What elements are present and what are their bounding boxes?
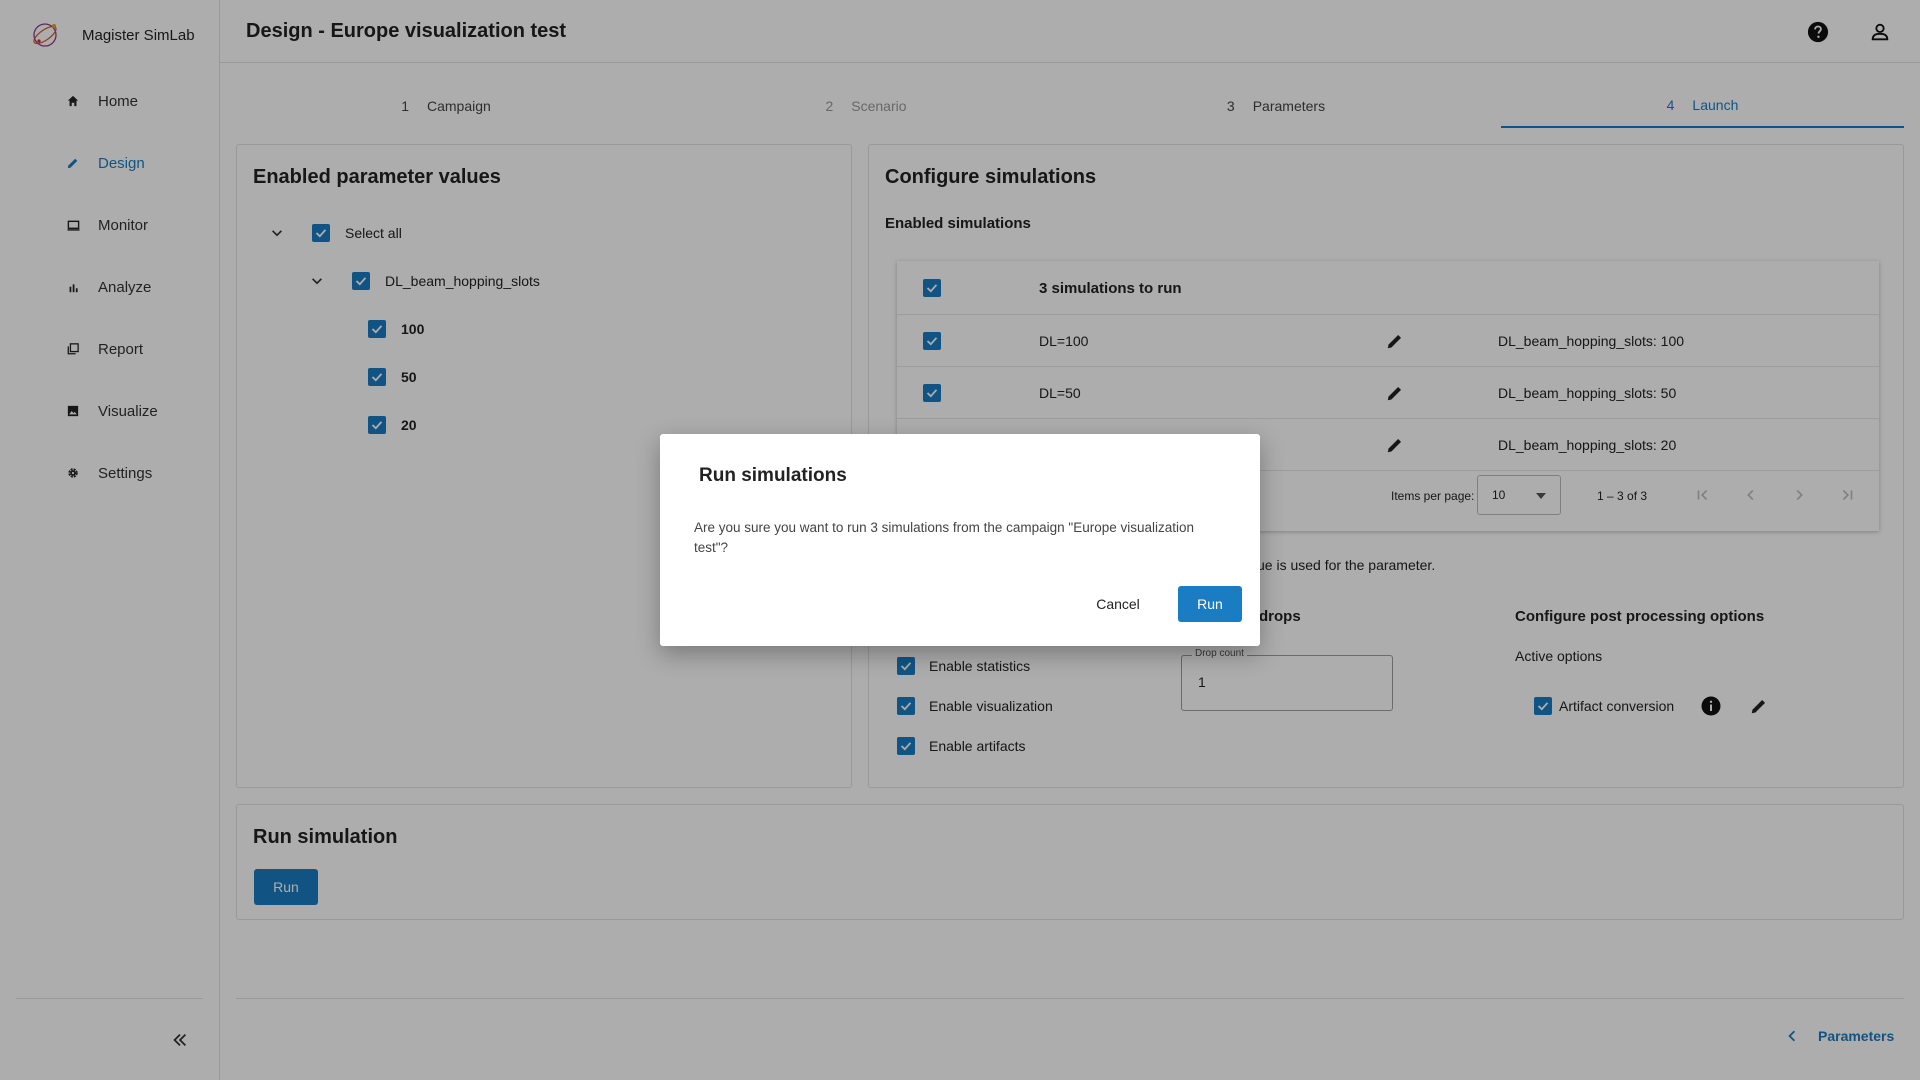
confirm-run-button[interactable]: Run (1178, 586, 1242, 622)
dialog-message: Are you sure you want to run 3 simulatio… (694, 520, 1195, 555)
dialog-title: Run simulations (699, 465, 847, 486)
cancel-button[interactable]: Cancel (1086, 586, 1150, 622)
run-simulations-dialog: Run simulations Are you sure you want to… (660, 434, 1260, 646)
